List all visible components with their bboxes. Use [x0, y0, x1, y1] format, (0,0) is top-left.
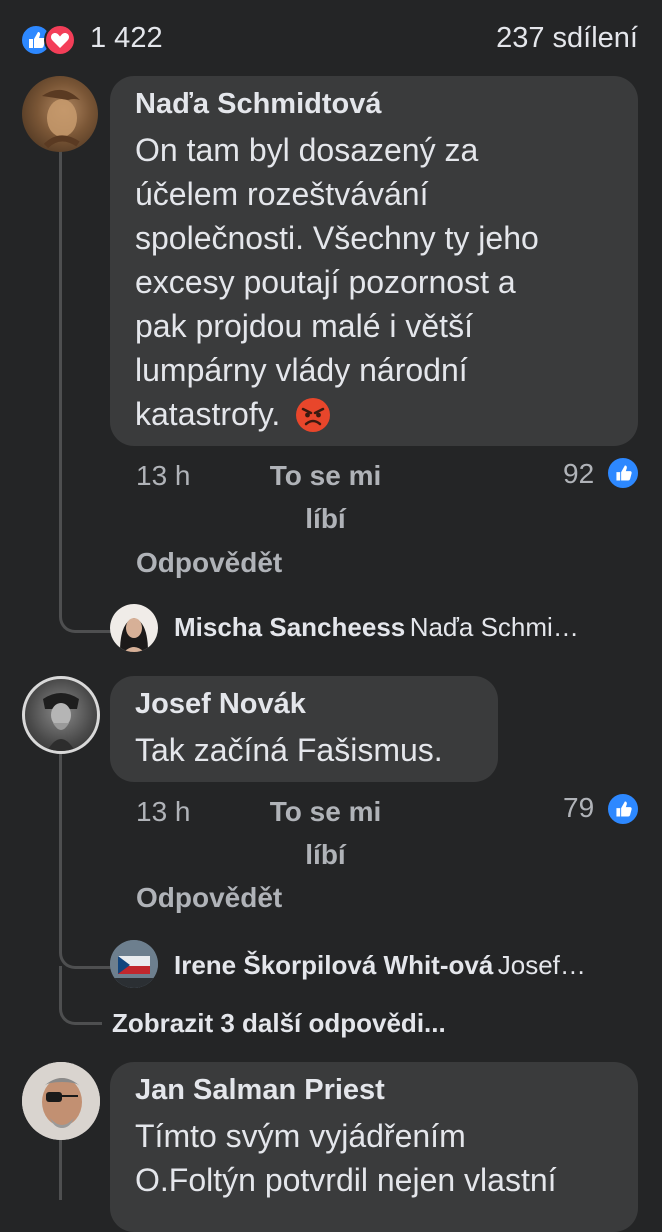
like-button[interactable]: To se mi líbí [263, 454, 388, 540]
like-badge-icon [606, 456, 640, 490]
comment-time[interactable]: 13 h [136, 460, 191, 492]
like-label: líbí [305, 503, 346, 534]
comment-text-line: katastrofy. [135, 392, 625, 436]
like-label: líbí [305, 839, 346, 870]
comment-text-line: pak projdou malé i větší [135, 308, 473, 344]
angry-face-emoji-icon [296, 398, 331, 432]
like-label: To se mi [269, 460, 382, 491]
comment-text: On tam byl dosazený za účelem rozeštvává… [135, 128, 625, 436]
reply-author[interactable]: Irene Škorpilová Whit-ová [174, 950, 493, 980]
reply-button[interactable]: Odpovědět [136, 882, 282, 914]
avatar[interactable] [22, 676, 100, 754]
reply-preview: Naďa Schmi… [409, 612, 579, 642]
comment-text-line: společnosti. Všechny ty jeho [135, 220, 539, 256]
comment-author[interactable]: Josef Novák [135, 688, 306, 721]
avatar[interactable] [110, 940, 158, 988]
comment-text-line: On tam byl dosazený za [135, 132, 479, 168]
thread-line [59, 150, 62, 613]
avatar[interactable] [110, 604, 158, 652]
comment-text: Tak začíná Fašismus. [135, 732, 443, 768]
thread-branch [59, 966, 102, 1025]
avatar[interactable] [22, 76, 98, 152]
comment-time[interactable]: 13 h [136, 796, 191, 828]
reaction-count[interactable]: 1 422 [90, 22, 163, 55]
comment-text-line: excesy poutají pozornost a [135, 264, 516, 300]
reply-button[interactable]: Odpovědět [136, 547, 282, 579]
like-button[interactable]: To se mi líbí [263, 790, 388, 876]
show-more-replies-link[interactable]: Zobrazit 3 další odpovědi... [112, 1008, 446, 1039]
reply-preview: Josef… [497, 950, 586, 980]
love-icon [44, 24, 76, 56]
reaction-icons[interactable] [20, 24, 80, 56]
comment-text: Tímto svým vyjádřením O.Foltýn potvrdil … [135, 1114, 625, 1202]
comment-text-line: účelem rozeštvávání [135, 176, 429, 212]
like-count[interactable]: 79 [563, 792, 594, 824]
avatar[interactable] [22, 1062, 100, 1140]
shares-count[interactable]: 237 sdílení [496, 22, 638, 55]
portrait-icon [43, 693, 79, 751]
comment-text-line: lumpárny vlády národní [135, 352, 468, 388]
comment-author[interactable]: Naďa Schmidtová [135, 88, 381, 121]
comment-author[interactable]: Jan Salman Priest [135, 1074, 385, 1107]
portrait-icon [42, 89, 80, 149]
like-badge-icon [606, 792, 640, 826]
like-count[interactable]: 92 [563, 458, 594, 490]
reply-author[interactable]: Mischa Sancheess [174, 612, 405, 642]
comment-text-line: O.Foltýn potvrdil nejen vlastní [135, 1162, 557, 1198]
portrait-icon [22, 1062, 100, 1140]
thread-line [59, 1140, 62, 1200]
comment-text-line: Tímto svým vyjádřením [135, 1118, 466, 1154]
portrait-icon [120, 618, 148, 652]
thread-branch [59, 930, 112, 969]
thread-branch [59, 596, 112, 633]
nested-reply[interactable]: Mischa Sancheess Naďa Schmi… [174, 612, 634, 643]
flag-photo-icon [110, 940, 158, 988]
like-label: To se mi [269, 796, 382, 827]
nested-reply[interactable]: Irene Škorpilová Whit-ová Josef… [174, 950, 634, 981]
thread-line [59, 752, 62, 952]
